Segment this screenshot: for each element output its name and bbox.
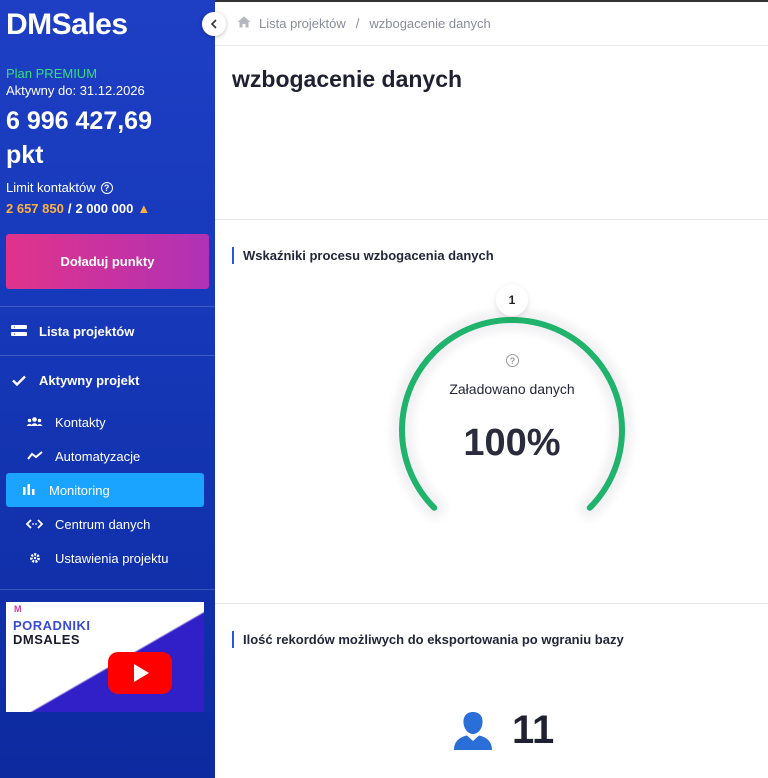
breadcrumb-projects-link[interactable]: Lista projektów [259,16,346,31]
tutorial-title: PORADNIKI [13,618,91,633]
breadcrumb: Lista projektów / wzbogacenie danych [215,0,768,46]
tutorial-logo-mark: M [14,604,22,614]
warning-icon: ▲ [137,201,151,216]
plan-info: Plan PREMIUM Aktywny do: 31.12.2026 6 99… [0,48,215,216]
sidebar-item-label: Monitoring [49,482,110,498]
collapse-sidebar-button[interactable] [202,12,226,36]
sidebar-item-automatyzacje[interactable]: Automatyzacje [6,439,204,473]
bar-chart-icon [20,484,37,496]
sidebar-item-ustawienia-projektu[interactable]: Ustawienia projektu [6,541,204,575]
records-count: 11 [512,708,555,752]
limit-total: 2 000 000 [75,201,134,216]
plan-name: Plan PREMIUM [6,66,98,81]
gauge-label: Załadowano danych [449,381,575,397]
sidebar-item-kontakty[interactable]: Kontakty [6,405,204,439]
help-icon[interactable]: ? [506,354,519,367]
nav-projects-list-label: Lista projektów [39,323,135,339]
users-icon [26,417,43,427]
points-value: 6 996 427,69 [6,107,152,135]
sidebar-item-label: Ustawienia projektu [55,550,169,566]
divider [215,603,768,604]
nav-active-project-label: Aktywny projekt [39,372,140,388]
home-icon[interactable] [237,16,251,31]
gauge-arc [391,309,633,519]
records-counter: 11 [452,708,554,753]
sidebar-item-label: Kontakty [55,414,106,430]
trend-icon [26,451,43,461]
help-icon[interactable]: ? [100,181,113,194]
nav-projects-list[interactable]: Lista projektów [0,307,215,355]
tutorial-video-card[interactable]: M PORADNIKI DMSALES [6,602,204,712]
nav-active-project[interactable]: Aktywny projekt [0,356,215,404]
sidebar-item-label: Automatyzacje [55,448,141,464]
progress-gauge: 1 ? Załadowano danych 100% [372,280,652,528]
sidebar-item-label: Centrum danych [55,516,151,532]
contacts-limit-label: Limit kontaktów ? [6,180,209,195]
records-section-title: Ilość rekordów możliwych do eksportowani… [232,631,624,648]
sidebar-item-centrum-danych[interactable]: Centrum danych [6,507,204,541]
points-balance: 6 996 427,69 pkt [6,104,209,172]
play-triangle [134,664,149,682]
divider [0,589,215,590]
plan-active-until: Aktywny do: 31.12.2026 [6,83,145,98]
limit-separator: / [67,201,72,216]
contacts-limit-text: Limit kontaktów [6,180,96,195]
gauge-value: 100% [463,422,561,464]
points-unit: pkt [6,141,44,169]
code-arrows-icon [26,519,43,529]
breadcrumb-separator: / [355,16,360,31]
gauge-marker: 1 [496,284,528,316]
page-title: wzbogacenie danych [232,66,463,92]
check-icon [10,375,27,386]
sidebar-item-monitoring[interactable]: Monitoring [6,473,204,507]
limit-used: 2 657 850 [6,201,64,216]
user-icon [454,711,492,750]
divider [215,219,768,220]
gear-icon [26,552,43,564]
list-icon [10,325,27,337]
tutorial-subtitle: DMSALES [13,632,81,647]
chevron-left-icon [210,19,217,29]
topup-points-button[interactable]: Doładuj punkty [6,234,209,289]
logo[interactable]: DMSales [0,0,215,48]
youtube-play-icon[interactable] [108,652,172,694]
gauge-section-title: Wskaźniki procesu wzbogacenia danych [232,247,494,264]
breadcrumb-current: wzbogacenie danych [369,16,491,31]
contacts-limit-values: 2 657 850 / 2 000 000 ▲ [6,201,209,216]
